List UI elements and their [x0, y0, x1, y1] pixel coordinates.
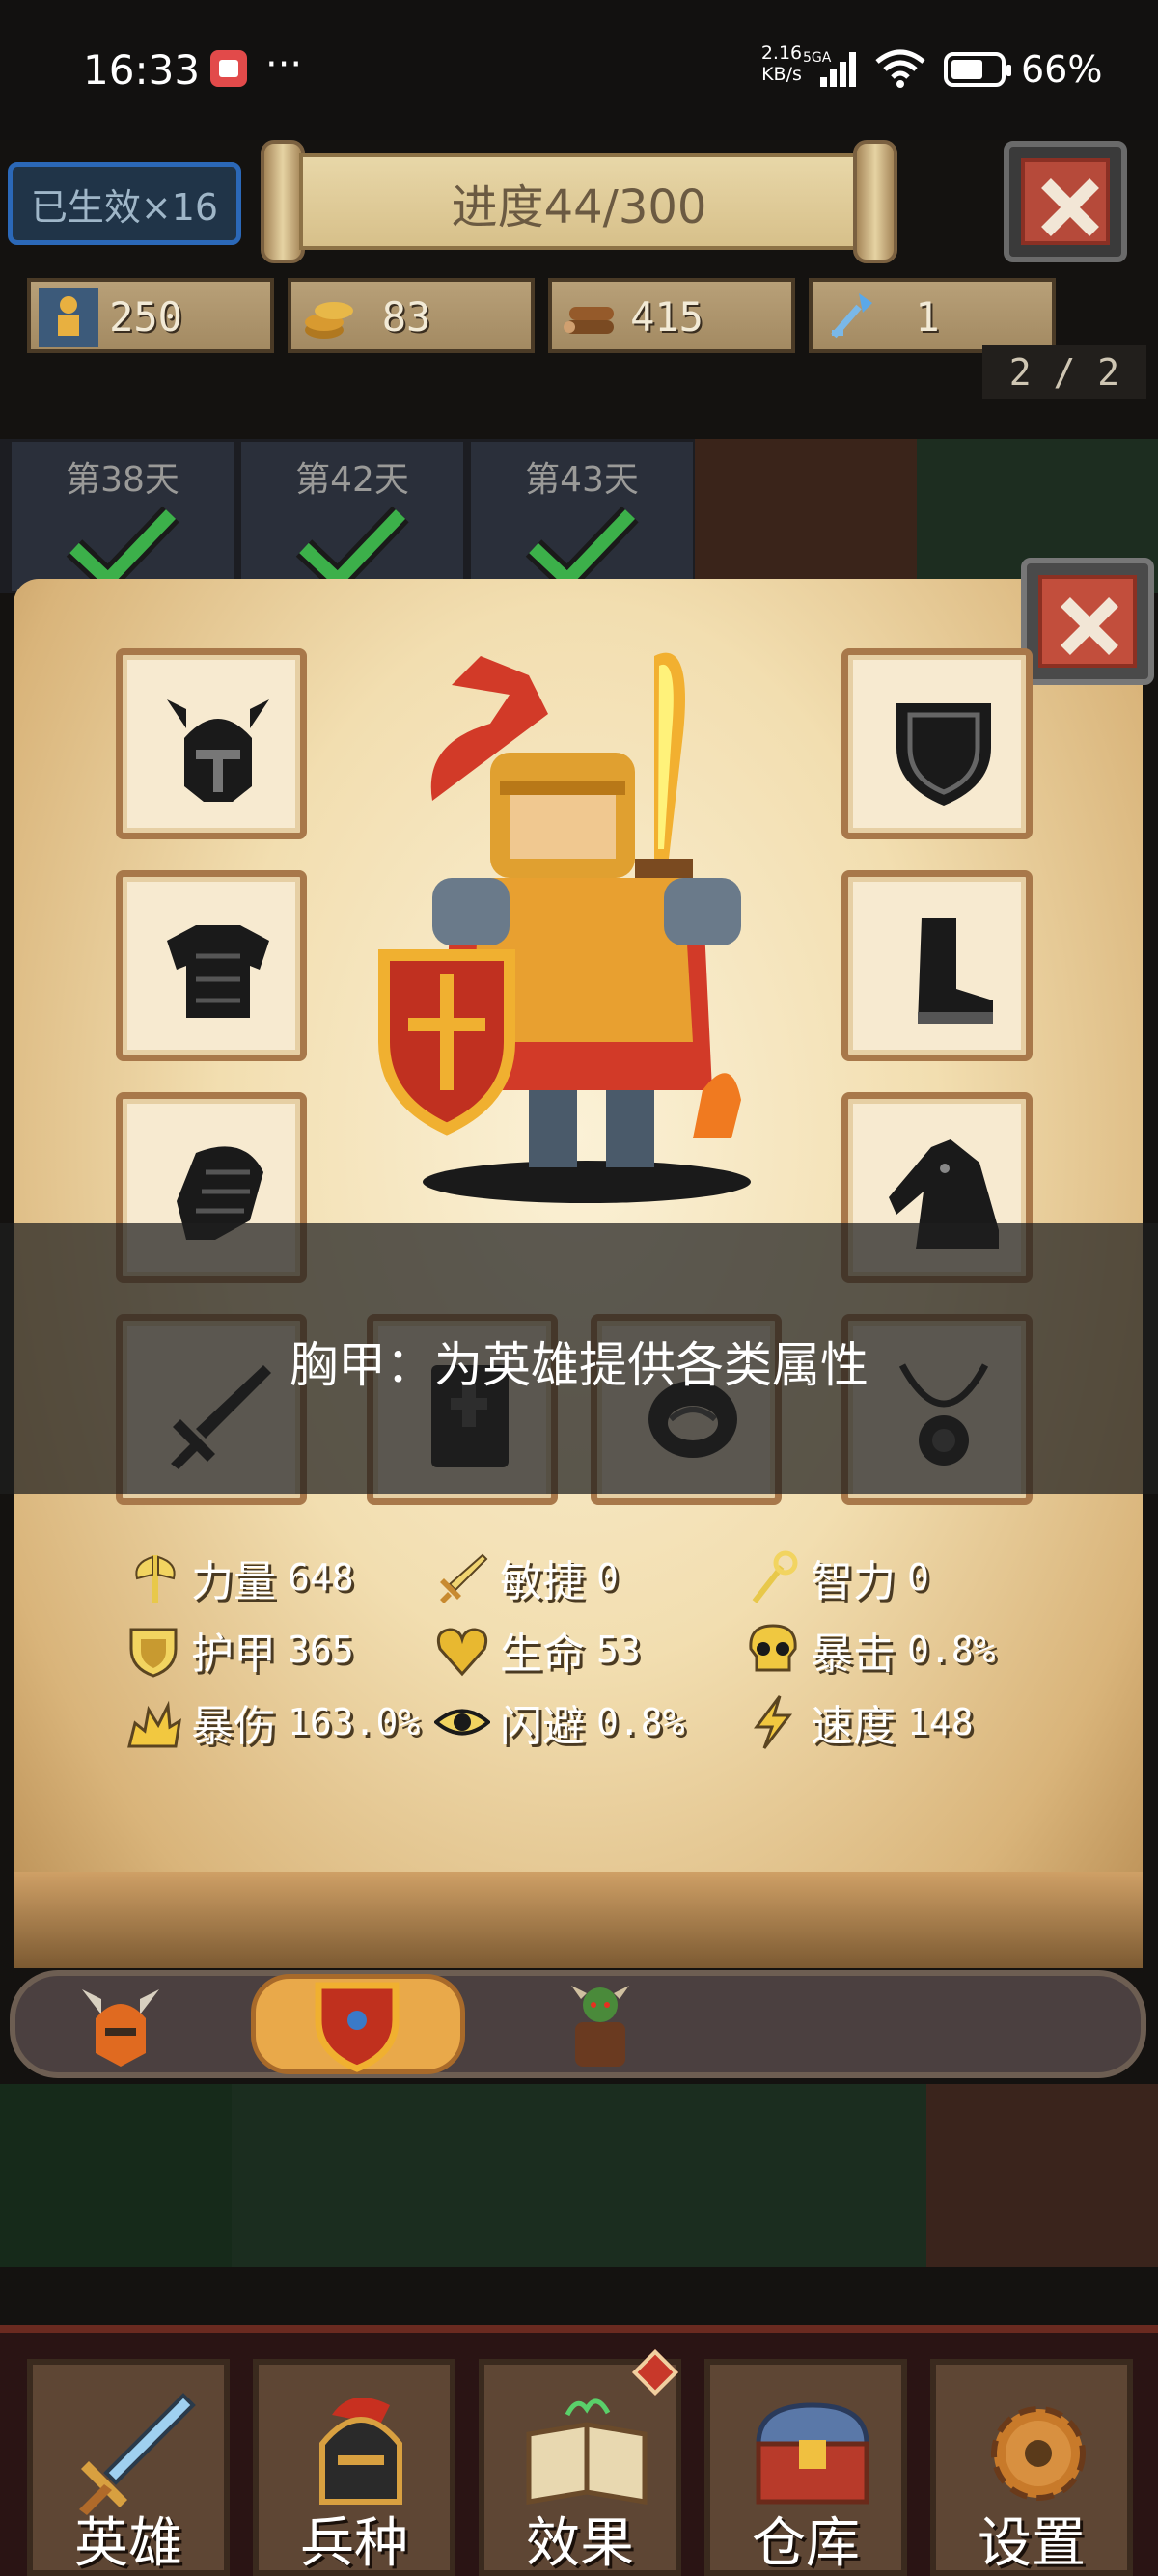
staff-icon — [752, 1550, 798, 1603]
tooltip-text: 胸甲：为英雄提供各类属性 — [290, 1337, 868, 1393]
stat-value: 0 — [907, 1556, 929, 1599]
skull-icon — [749, 1624, 797, 1672]
stat-armor: 护甲 365 — [125, 1621, 354, 1679]
stat-name: 速度 — [811, 1702, 896, 1751]
slot-boots[interactable] — [841, 870, 1033, 1061]
day-label: 第38天 — [66, 460, 179, 500]
eye-icon — [434, 1709, 490, 1736]
stat-intelligence: 智力 0 — [745, 1548, 929, 1606]
stat-dodge: 闪避 0.8% — [434, 1693, 685, 1751]
nav-label: 兵种 — [300, 2512, 408, 2575]
stat-value: 365 — [288, 1629, 354, 1671]
axe-icon — [135, 1555, 176, 1603]
stat-value: 648 — [288, 1556, 354, 1599]
page-indicator: 2 / 2 — [982, 345, 1146, 399]
close-icon — [1061, 597, 1118, 655]
stat-value: 0.8% — [907, 1629, 996, 1671]
stat-name: 暴击 — [811, 1630, 896, 1679]
active-effects-label: 已生效×16 — [30, 185, 219, 229]
resource-wood: 415 — [548, 278, 795, 353]
stat-name: 力量 — [191, 1557, 276, 1606]
map-cell-dirt — [695, 439, 917, 593]
boot-icon — [918, 918, 993, 1024]
more-notifications: ··· — [265, 42, 303, 87]
app-notification-icon — [210, 50, 247, 87]
nav-label: 仓库 — [752, 2512, 860, 2575]
stat-name: 智力 — [811, 1557, 896, 1606]
lightning-icon — [754, 1695, 793, 1749]
stat-strength: 力量 648 — [125, 1548, 354, 1606]
stat-name: 暴伤 — [191, 1702, 276, 1751]
day-label: 第42天 — [295, 460, 409, 500]
nav-hero-button[interactable]: 英雄 — [27, 2359, 230, 2576]
stat-value: 0.8% — [596, 1701, 685, 1743]
resource-value-keys: 1 — [915, 293, 940, 341]
resource-recruits: 250 — [27, 278, 274, 353]
progress-banner: 进度44/300 — [261, 140, 897, 263]
battery-icon — [944, 52, 1011, 87]
stat-name: 敏捷 — [500, 1557, 585, 1606]
map-cell-dirt — [926, 2084, 1158, 2267]
top-close-button[interactable] — [1004, 141, 1127, 262]
shield-icon — [896, 703, 991, 806]
close-icon — [1041, 178, 1099, 236]
stat-agility: 敏捷 0 — [434, 1548, 619, 1606]
day-tile-42[interactable]: 第42天 — [241, 442, 463, 591]
panel-bottom-edge — [14, 1872, 1143, 1968]
progress-title: 进度44/300 — [451, 180, 707, 234]
status-time: 16:33 — [83, 46, 201, 94]
stat-speed: 速度 148 — [745, 1693, 974, 1751]
resource-value-wood: 415 — [630, 293, 703, 341]
resource-value-recruits: 250 — [109, 293, 182, 341]
nav-troops-button[interactable]: 兵种 — [253, 2359, 455, 2576]
hero-helmet-tab[interactable] — [72, 1976, 169, 2072]
status-bar: 16:33 ··· 2.16 KB/s 5GA 66% — [0, 0, 1158, 140]
nav-warehouse-button[interactable]: 仓库 — [704, 2359, 907, 2576]
helmet-icon — [167, 699, 269, 802]
day-tile-43[interactable]: 第43天 — [471, 442, 693, 591]
slot-shield[interactable] — [841, 648, 1033, 839]
stat-value: 163.0% — [288, 1701, 421, 1743]
dagger-icon — [440, 1553, 488, 1603]
day-label: 第43天 — [525, 460, 639, 500]
chest-armor-icon — [167, 925, 269, 1018]
orc-warrior-tab[interactable] — [552, 1976, 648, 2072]
stat-name: 护甲 — [191, 1630, 276, 1679]
resource-value-gold: 83 — [381, 293, 431, 341]
shield-tab[interactable] — [309, 1976, 405, 2072]
resource-keys: 1 — [809, 278, 1056, 353]
explosion-icon — [127, 1700, 181, 1748]
resource-gold: 83 — [288, 278, 535, 353]
stat-crit: 暴击 0.8% — [745, 1621, 996, 1679]
panel-close-button[interactable] — [1021, 558, 1154, 685]
day-tile-38[interactable]: 第38天 — [12, 442, 234, 591]
hero-knight-sprite — [378, 652, 751, 1203]
stat-value: 148 — [907, 1701, 974, 1743]
stat-name: 闪避 — [500, 1702, 585, 1751]
network-type: 5GA — [803, 50, 832, 66]
active-effects-badge[interactable]: 已生效×16 — [8, 162, 241, 245]
stat-health: 生命 53 — [434, 1621, 641, 1679]
stat-value: 0 — [596, 1556, 619, 1599]
slot-chest-armor[interactable] — [116, 870, 307, 1061]
heart-icon — [436, 1628, 488, 1677]
map-cell-grass — [0, 2084, 232, 2267]
slot-helmet[interactable] — [116, 648, 307, 839]
stat-value: 53 — [596, 1629, 641, 1671]
battery-percent: 66% — [1021, 48, 1103, 91]
armor-shield-icon — [129, 1628, 178, 1678]
stat-name: 生命 — [500, 1630, 585, 1679]
nav-label: 英雄 — [74, 2512, 182, 2575]
nav-label: 设置 — [978, 2512, 1086, 2575]
nav-label: 效果 — [526, 2512, 634, 2575]
wifi-icon — [875, 49, 925, 88]
stat-crit-damage: 暴伤 163.0% — [125, 1693, 420, 1751]
cellular-signal-icon: 5GA — [803, 50, 856, 87]
nav-settings-button[interactable]: 设置 — [930, 2359, 1133, 2576]
